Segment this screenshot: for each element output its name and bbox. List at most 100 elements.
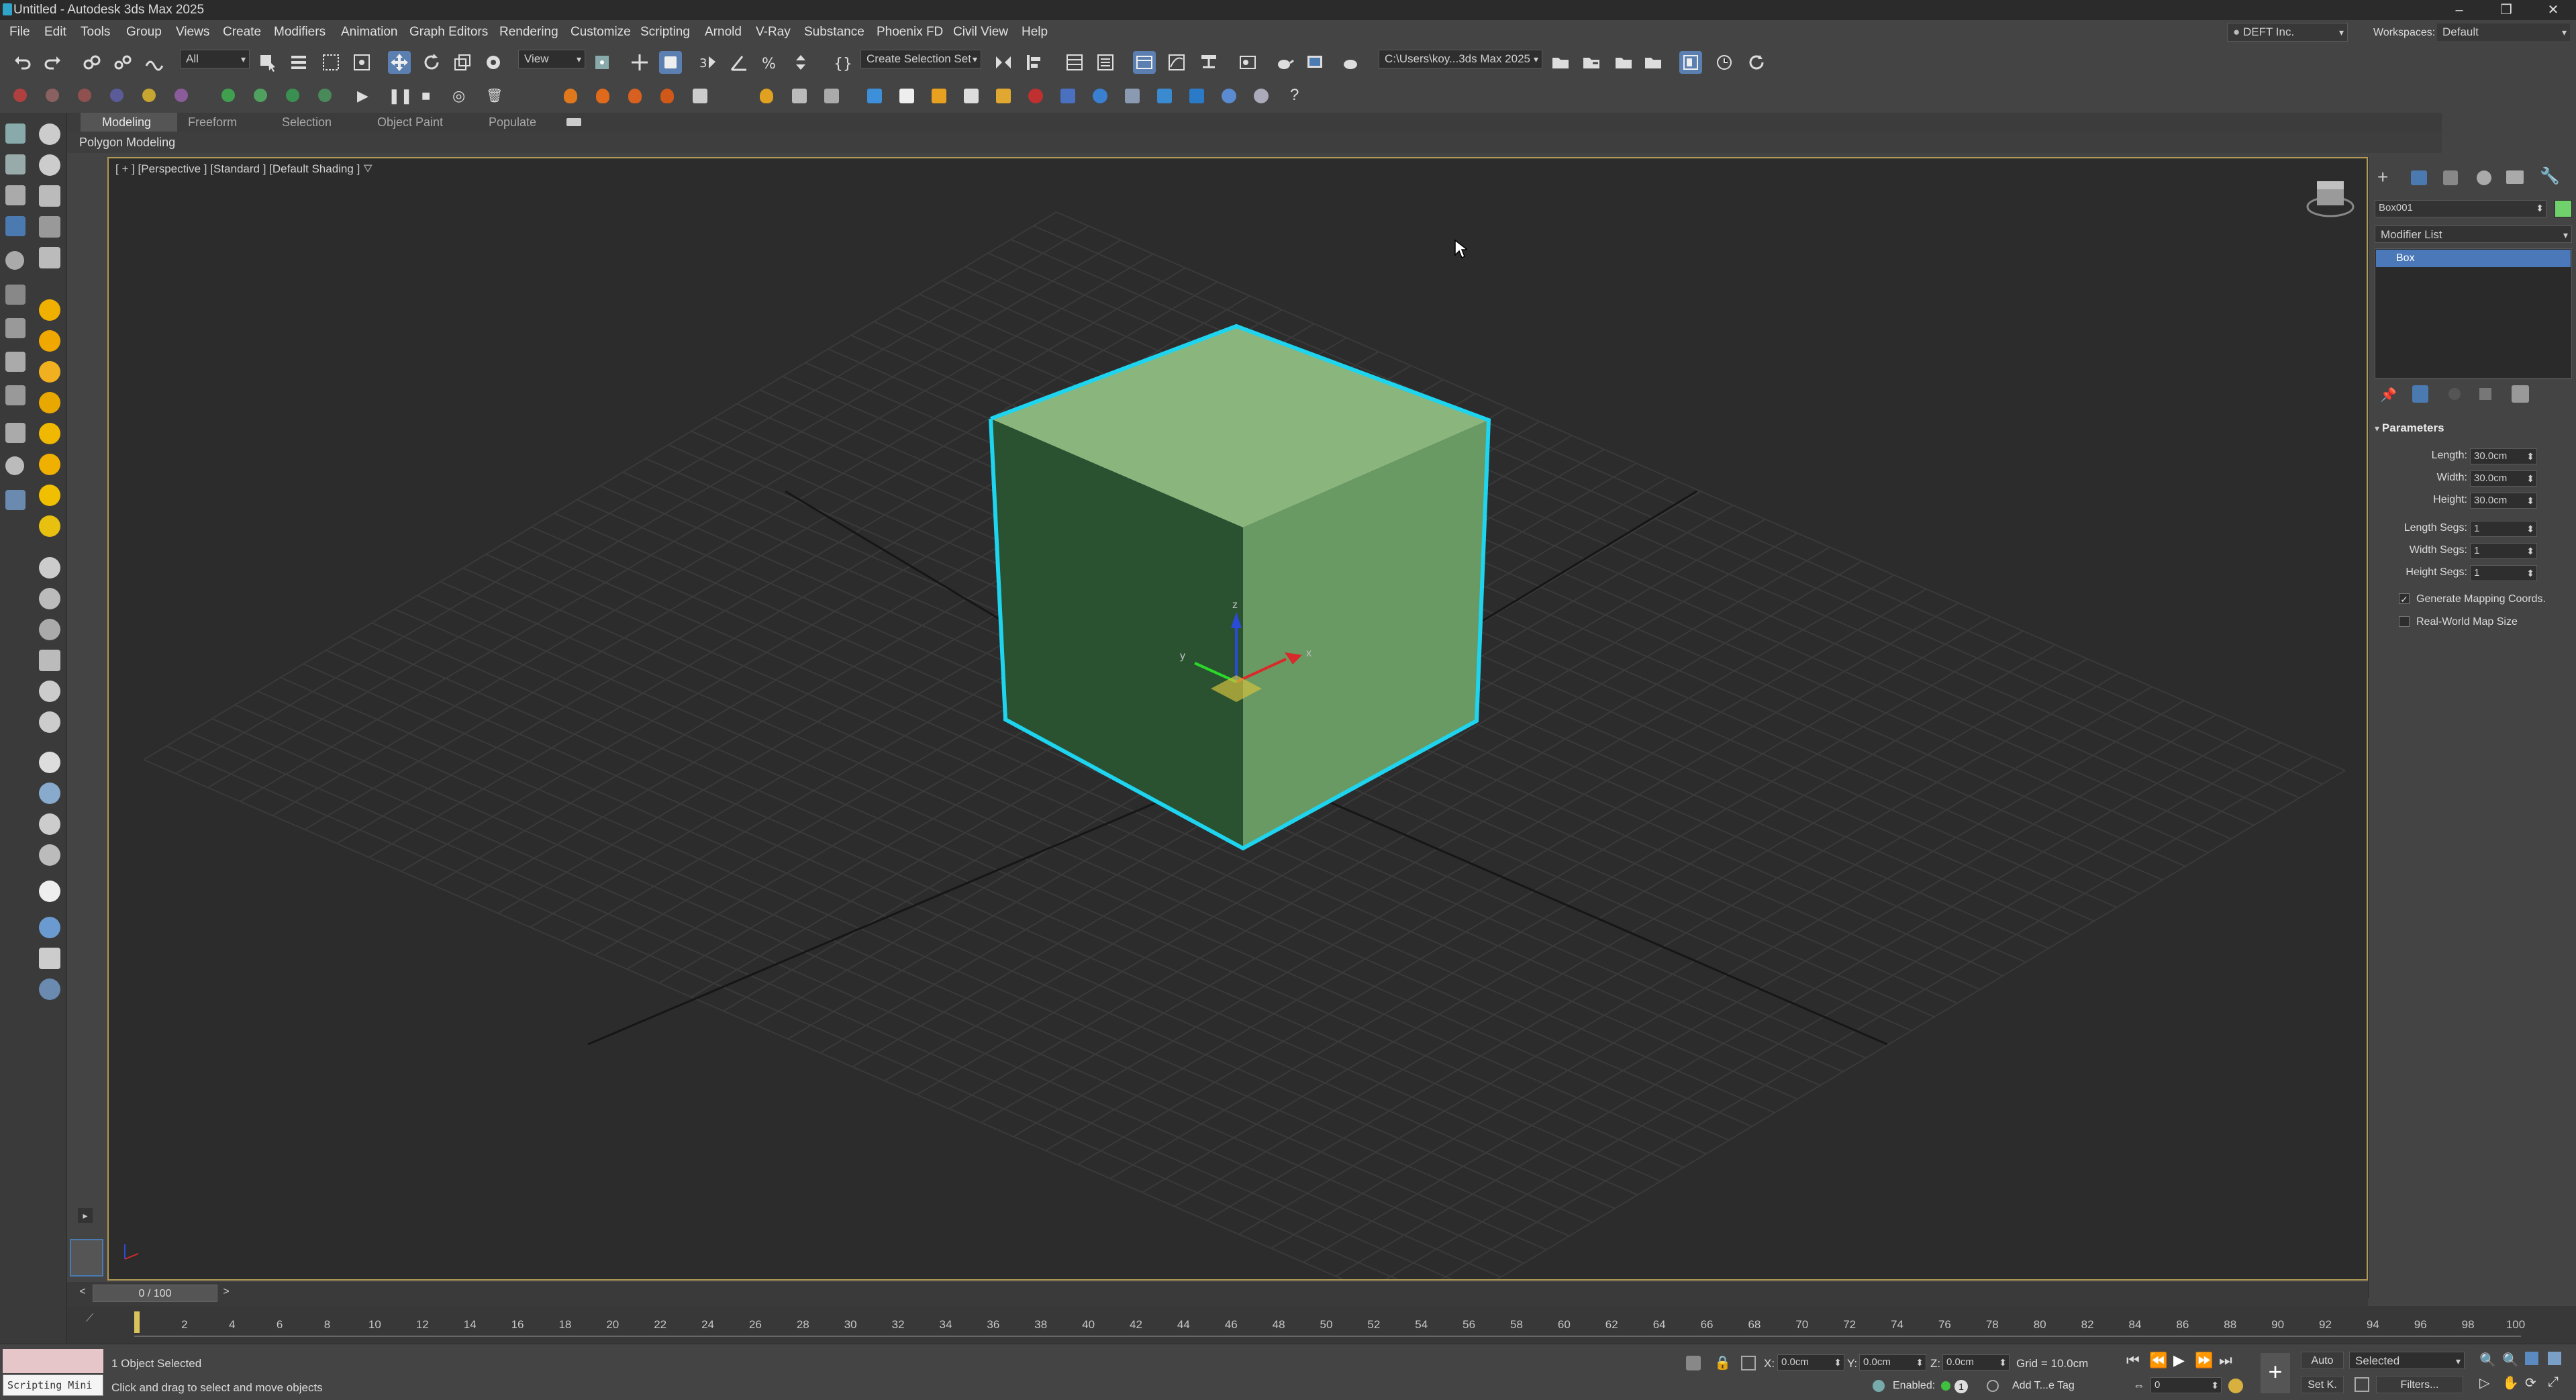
time-slider-thumb[interactable]: 0 / 100 (93, 1285, 217, 1302)
workspace-dropdown[interactable]: Default (2436, 23, 2571, 42)
rect-selection-button[interactable] (319, 51, 342, 74)
maxscript-mini-listener[interactable]: Scripting Mini (3, 1374, 103, 1396)
source-icon[interactable] (792, 89, 807, 103)
liquid-icon[interactable] (1222, 89, 1236, 103)
configure-sets-icon[interactable] (2512, 385, 2529, 403)
maximize-button[interactable]: ❐ (2486, 1, 2526, 19)
hand-icon[interactable] (39, 681, 60, 702)
sun-icon[interactable] (39, 485, 60, 506)
help-circle-icon[interactable] (39, 979, 60, 1000)
pin-stack-icon[interactable]: 📌 (2380, 387, 2397, 403)
menu-create[interactable]: Create (223, 25, 261, 40)
menu-modifiers[interactable]: Modifiers (274, 25, 326, 40)
menu-tools[interactable]: Tools (81, 25, 110, 40)
current-frame-field[interactable]: 0 (2150, 1377, 2222, 1393)
percent-snap-button[interactable]: % (758, 51, 781, 74)
menu-rendering[interactable]: Rendering (499, 25, 558, 40)
render-production-button[interactable] (1340, 51, 1363, 74)
viewport-label-menu[interactable]: [ + ] [Perspective ] [Standard ] [Defaul… (115, 162, 373, 176)
make-unique-icon[interactable] (2448, 388, 2461, 400)
light-icon[interactable] (39, 299, 60, 321)
help-icon[interactable]: ? (1290, 86, 1299, 105)
plugin-icon[interactable] (221, 89, 235, 102)
close-button[interactable]: ✕ (2533, 1, 2573, 19)
goto-start-icon[interactable]: ⏮ (2126, 1352, 2140, 1369)
menu-scripting[interactable]: Scripting (640, 25, 690, 40)
play-icon[interactable]: ▶ (2173, 1352, 2185, 1369)
plugin-icon[interactable] (110, 89, 123, 102)
geometry-icon[interactable] (39, 619, 60, 640)
display-tab-icon[interactable] (2506, 170, 2524, 184)
rotate-button[interactable] (420, 51, 443, 74)
time-config-icon[interactable] (2228, 1379, 2243, 1393)
tool-icon[interactable] (5, 251, 24, 270)
liquid-icon[interactable] (932, 89, 946, 103)
menu-phoenix-fd[interactable]: Phoenix FD (877, 25, 943, 40)
utilities-tab-icon[interactable]: 🔧 (2540, 166, 2560, 186)
lock-icon[interactable]: 🔒 (1714, 1354, 1731, 1371)
generate-mapping-checkbox[interactable]: ✓ (2399, 593, 2410, 605)
width-segs-spinner[interactable]: 1 (2470, 543, 2537, 559)
fire-icon[interactable] (760, 89, 773, 103)
field-of-view-icon[interactable]: ▷ (2479, 1374, 2489, 1391)
goto-end-icon[interactable]: ⏭ (2219, 1352, 2232, 1369)
menu-views[interactable]: Views (176, 25, 209, 40)
maximize-viewport-icon[interactable]: ⤢ (2548, 1374, 2559, 1390)
create-tab-icon[interactable]: + (2377, 166, 2388, 188)
polygon-modeling-panel[interactable]: Polygon Modeling (79, 136, 175, 150)
z-coordinate-field[interactable]: 0.0cm (1942, 1354, 2010, 1370)
remove-modifier-icon[interactable] (2479, 388, 2491, 400)
stop-icon[interactable]: ■ (422, 87, 430, 105)
scene-explorer-button[interactable] (1063, 51, 1086, 74)
teapot-icon[interactable] (39, 123, 60, 145)
set-key-button[interactable]: Set K. (2301, 1376, 2344, 1393)
angle-snap-button[interactable] (728, 51, 750, 74)
zoom-extents-icon[interactable] (2525, 1352, 2538, 1365)
viewport-perspective[interactable]: z x y (107, 157, 2368, 1281)
material-icon[interactable] (39, 813, 60, 835)
fire-icon[interactable] (564, 89, 577, 103)
toggle-ribbon-button[interactable] (1133, 51, 1156, 74)
schematic-view-button[interactable] (1197, 51, 1220, 74)
snaps-toggle-button[interactable]: 3 (697, 51, 720, 74)
plugin-icon[interactable] (286, 89, 299, 102)
width-spinner[interactable]: 30.0cm (2470, 470, 2537, 487)
tool-icon[interactable] (5, 154, 26, 174)
menu-graph-editors[interactable]: Graph Editors (409, 25, 488, 40)
set-key-button-big[interactable]: + (2261, 1353, 2290, 1393)
open-project-button[interactable] (1612, 51, 1635, 74)
real-world-map-checkbox[interactable] (2399, 616, 2410, 627)
light-icon[interactable] (39, 330, 60, 352)
liquid-icon[interactable] (867, 89, 882, 103)
tool-icon[interactable] (39, 917, 60, 938)
isolate-selection-icon[interactable] (1686, 1356, 1701, 1370)
object-name-field[interactable]: Box001 (2375, 200, 2546, 217)
plugin-icon[interactable] (78, 89, 91, 102)
zoom-all-icon[interactable]: 🔍 (2502, 1352, 2519, 1368)
show-end-result-icon[interactable] (2412, 385, 2428, 403)
tab-modeling[interactable]: Modeling (102, 115, 151, 130)
select-object-button[interactable] (256, 51, 279, 74)
light-icon[interactable] (39, 454, 60, 475)
hierarchy-tab-icon[interactable] (2443, 170, 2458, 185)
motion-tab-icon[interactable] (2477, 170, 2491, 185)
geometry-icon[interactable] (39, 650, 60, 671)
list-icon[interactable] (39, 216, 60, 238)
camera-icon[interactable] (39, 247, 60, 268)
ribbon-options-icon[interactable] (566, 118, 581, 126)
named-selection-dropdown[interactable]: Create Selection Set (860, 50, 981, 68)
key-mode-icon[interactable]: ⇔ (2133, 1379, 2145, 1393)
sync-button[interactable] (1745, 51, 1768, 74)
trash-icon[interactable]: 🗑 (486, 87, 503, 104)
light-icon[interactable] (39, 423, 60, 444)
box-icon[interactable] (39, 185, 60, 207)
menu-civil-view[interactable]: Civil View (953, 25, 1008, 40)
liquid-icon[interactable] (1157, 89, 1172, 103)
pivot-center-button[interactable] (591, 51, 613, 74)
zoom-icon[interactable]: 🔍 (2479, 1352, 2496, 1368)
viewport-expand-arrow[interactable]: ▸ (78, 1208, 93, 1223)
move-button[interactable] (388, 51, 411, 74)
fire-icon[interactable] (628, 89, 642, 103)
tool-icon[interactable] (5, 285, 26, 305)
menu-edit[interactable]: Edit (44, 25, 66, 40)
